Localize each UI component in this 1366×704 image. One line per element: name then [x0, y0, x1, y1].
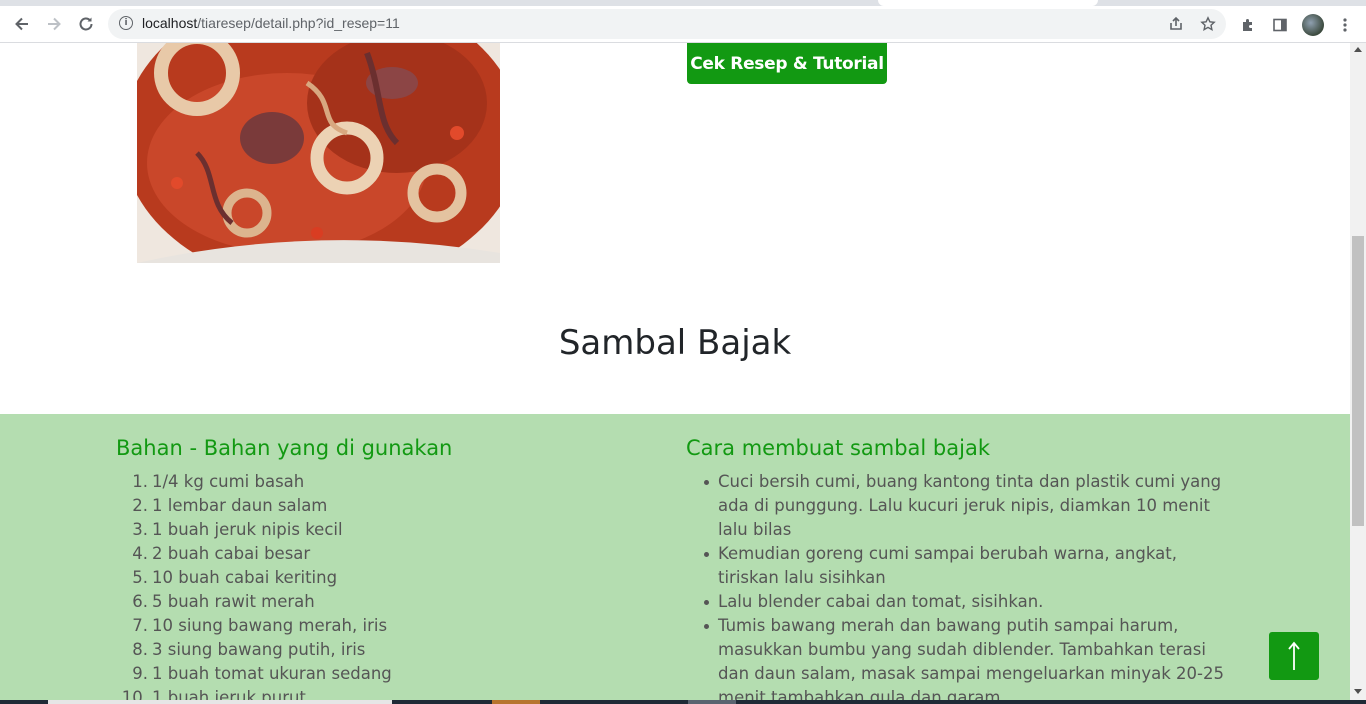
info-icon[interactable]: i	[119, 16, 133, 30]
address-bar[interactable]: i localhost/tiaresep/detail.php?id_resep…	[108, 9, 1226, 39]
browser-toolbar: i localhost/tiaresep/detail.php?id_resep…	[0, 6, 1366, 43]
steps-list: Cuci bersih cumi, buang kantong tinta da…	[704, 470, 1238, 700]
forward-arrow-icon[interactable]	[40, 10, 68, 38]
list-item: 7. 10 siung bawang merah, iris	[132, 616, 388, 635]
list-item: 10. 1 buah jeruk purut	[121, 688, 306, 700]
list-item: 4. 2 buah cabai besar	[132, 544, 311, 563]
vertical-scrollbar[interactable]	[1350, 43, 1366, 700]
scroll-up-arrow[interactable]	[1354, 47, 1362, 52]
list-item: Tumis bawang merah dan bawang putih samp…	[704, 614, 1238, 700]
list-item: Lalu blender cabai dan tomat, sisihkan.	[704, 590, 1238, 614]
cek-resep-tutorial-button[interactable]: Cek Resep & Tutorial	[687, 43, 887, 84]
recipe-title: Sambal Bajak	[558, 323, 792, 363]
back-arrow-icon[interactable]	[8, 10, 36, 38]
list-item: Kemudian goreng cumi sampai berubah warn…	[704, 542, 1238, 590]
list-item: 5. 10 buah cabai keriting	[132, 568, 338, 587]
list-item: 3. 1 buah jeruk nipis kecil	[132, 520, 343, 539]
side-panel-icon[interactable]	[1269, 14, 1291, 36]
url-text[interactable]: localhost/tiaresep/detail.php?id_resep=1…	[142, 15, 400, 31]
steps-title: Cara membuat sambal bajak	[686, 436, 990, 460]
recipe-details-section: Bahan - Bahan yang di gunakan 1. 1/4 kg c…	[0, 414, 1350, 700]
list-item: 6. 5 buah rawit merah	[132, 592, 315, 611]
ingredients-list: 1. 1/4 kg cumi basah 2. 1 lembar daun sala…	[116, 470, 392, 700]
more-vert-icon[interactable]	[1334, 14, 1356, 36]
recipe-image	[137, 43, 500, 263]
back-to-top-button[interactable]	[1269, 632, 1319, 680]
taskbar-strip	[0, 700, 1366, 704]
list-item: 8. 3 siung bawang putih, iris	[132, 640, 366, 659]
ingredients-title: Bahan - Bahan yang di gunakan	[116, 436, 453, 460]
extensions-icon[interactable]	[1237, 14, 1259, 36]
profile-avatar[interactable]	[1302, 14, 1324, 36]
reload-icon[interactable]	[72, 10, 100, 38]
scroll-down-arrow[interactable]	[1354, 689, 1362, 694]
share-icon[interactable]	[1166, 14, 1186, 34]
list-item: 2. 1 lembar daun salam	[132, 496, 328, 515]
list-item: 1. 1/4 kg cumi basah	[132, 472, 305, 491]
arrow-up-icon	[1288, 641, 1300, 670]
star-icon[interactable]	[1198, 14, 1218, 34]
list-item: 9. 1 buah tomat ukuran sedang	[132, 664, 392, 683]
scrollbar-thumb[interactable]	[1352, 236, 1364, 526]
page-viewport: Cek Resep & Tutorial Sambal Bajak Bahan …	[0, 43, 1350, 700]
list-item: Cuci bersih cumi, buang kantong tinta da…	[704, 470, 1238, 542]
